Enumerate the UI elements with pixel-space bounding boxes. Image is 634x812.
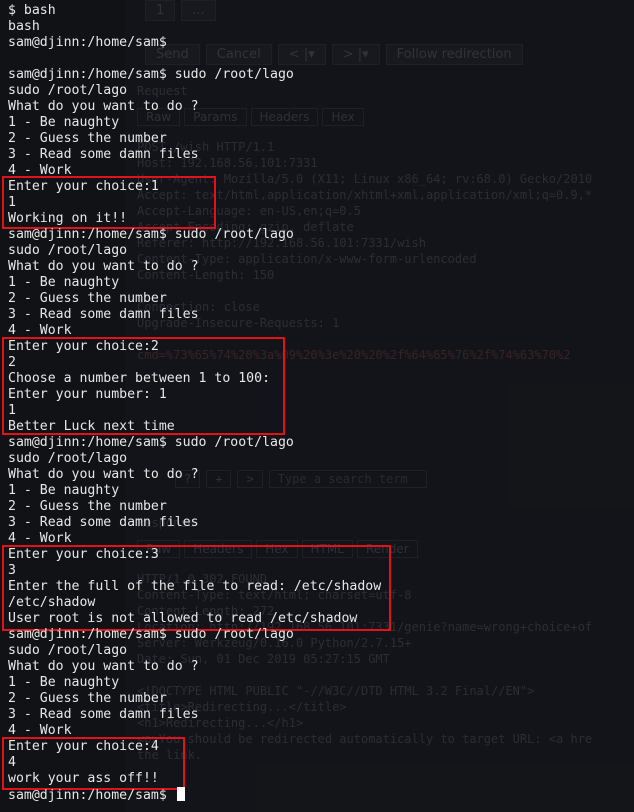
terminal-line: What do you want to do ? [8, 659, 199, 674]
terminal-line: sudo /root/lago [8, 451, 128, 466]
terminal-line: Working on it!! [8, 211, 128, 226]
terminal-output[interactable]: $ bash bash sam@djinn:/home/sam$ sam@dji… [8, 3, 381, 803]
terminal-line: User root is not allowed to read /etc/sh… [8, 611, 358, 626]
terminal-line: Enter your choice:2 [8, 339, 159, 354]
terminal-line: sudo /root/lago [8, 243, 128, 258]
terminal-line: 4 [8, 755, 16, 770]
terminal-line: bash [8, 19, 40, 34]
terminal-line: sudo /root/lago [8, 83, 128, 98]
terminal-line: 1 [8, 403, 16, 418]
terminal-line: 2 - Guess the number [8, 499, 167, 514]
terminal-line: What do you want to do ? [8, 467, 199, 482]
terminal-line: Better Luck next time [8, 419, 175, 434]
terminal-line: 4 - Work [8, 531, 72, 546]
terminal-command-line: sam@djinn:/home/sam$ sudo /root/lago [8, 227, 294, 242]
terminal-line: sudo /root/lago [8, 643, 128, 658]
terminal-line: 2 - Guess the number [8, 131, 167, 146]
terminal-line: 4 - Work [8, 723, 72, 738]
terminal-command-line: sam@djinn:/home/sam$ sudo /root/lago [8, 67, 294, 82]
terminal-line: 4 - Work [8, 323, 72, 338]
terminal-line: 1 - Be naughty [8, 115, 120, 130]
terminal-active-prompt[interactable]: sam@djinn:/home/sam$ [8, 787, 381, 803]
terminal-line: Choose a number between 1 to 100: [8, 371, 271, 386]
terminal-line: /etc/shadow [8, 595, 96, 610]
terminal-line: 2 - Guess the number [8, 691, 167, 706]
terminal-command-line: sam@djinn:/home/sam$ sudo /root/lago [8, 435, 294, 450]
terminal-command-line: sam@djinn:/home/sam$ sudo /root/lago [8, 627, 294, 642]
terminal-line: work your ass off!! [8, 771, 159, 786]
terminal-line: Enter your choice:1 [8, 179, 159, 194]
terminal-line: $ bash [8, 3, 56, 18]
terminal-line: 3 [8, 563, 16, 578]
terminal-line: 1 - Be naughty [8, 275, 120, 290]
terminal-line: Enter your choice:3 [8, 547, 159, 562]
terminal-line: Enter your number: 1 [8, 387, 167, 402]
terminal-line: 3 - Read some damn files [8, 707, 199, 722]
terminal-line: 2 - Guess the number [8, 291, 167, 306]
terminal-line: 3 - Read some damn files [8, 307, 199, 322]
screen: 1 ... Send Cancel < |▾ > |▾ Follow redir… [0, 0, 634, 812]
terminal-line: 2 [8, 355, 16, 370]
terminal-line: 1 - Be naughty [8, 483, 120, 498]
terminal-line: 3 - Read some damn files [8, 515, 199, 530]
terminal-line: Enter the full of the file to read: /etc… [8, 579, 382, 594]
terminal-line: 1 [8, 195, 16, 210]
terminal-prompt-text: sam@djinn:/home/sam$ [8, 788, 175, 803]
terminal-prompt-line: sam@djinn:/home/sam$ [8, 35, 167, 50]
terminal-line: Enter your choice:4 [8, 739, 159, 754]
terminal-cursor[interactable] [176, 787, 185, 801]
terminal-line: What do you want to do ? [8, 259, 199, 274]
terminal-line: What do you want to do ? [8, 99, 199, 114]
terminal-line: 4 - Work [8, 163, 72, 178]
bg-follow-redirection-button[interactable]: Follow redirection [385, 44, 523, 65]
terminal-line: 1 - Be naughty [8, 675, 120, 690]
terminal-line: 3 - Read some damn files [8, 147, 199, 162]
